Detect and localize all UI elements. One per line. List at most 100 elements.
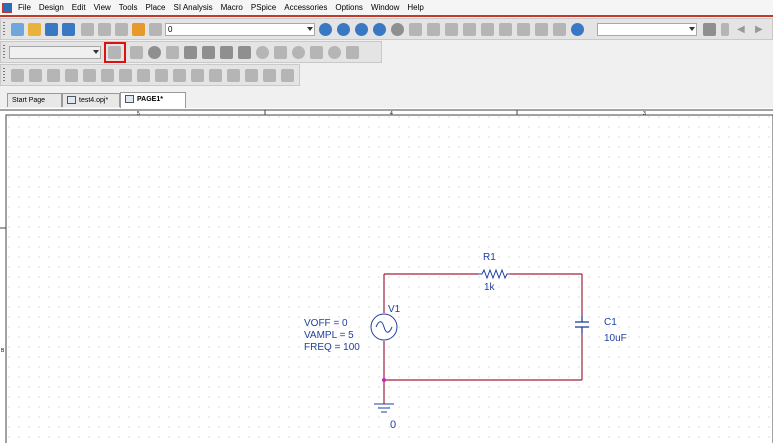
save-icon[interactable] <box>45 23 58 36</box>
zoom-combo-value: 0 <box>168 25 173 34</box>
tab-page1[interactable]: PAGE1* <box>120 92 186 108</box>
cross-reference-icon[interactable] <box>481 23 494 36</box>
resistor-r1[interactable] <box>478 268 510 280</box>
zoom-in-icon[interactable] <box>319 23 332 36</box>
place-pin-icon[interactable] <box>209 69 222 82</box>
border-zone-label: 5 <box>137 111 140 117</box>
bias-power-icon[interactable] <box>346 46 359 59</box>
place-junction-icon[interactable] <box>101 69 114 82</box>
menu-si-analysis[interactable]: SI Analysis <box>171 0 218 15</box>
run-icon[interactable] <box>148 46 161 59</box>
current-marker-icon[interactable] <box>220 46 233 59</box>
enable-bias-voltage-icon[interactable] <box>256 46 269 59</box>
toolbar-grip[interactable] <box>3 45 5 59</box>
toolbar-grip[interactable] <box>3 68 5 82</box>
tab-label: Start Page <box>12 97 46 104</box>
zoom-out-icon[interactable] <box>337 23 350 36</box>
drc-icon[interactable] <box>445 23 458 36</box>
capacitor-ref[interactable]: C1 <box>604 317 617 328</box>
place-off-page-icon[interactable] <box>227 69 240 82</box>
menu-edit[interactable]: Edit <box>69 0 91 15</box>
voltage-diff-marker-icon[interactable] <box>202 46 215 59</box>
border-zone-label: B <box>1 348 5 354</box>
annotate-icon[interactable] <box>427 23 440 36</box>
source-freq[interactable]: FREQ = 100 <box>304 342 360 353</box>
print-icon[interactable] <box>62 23 75 36</box>
place-port-icon[interactable] <box>191 69 204 82</box>
place-net-alias-icon[interactable] <box>65 69 78 82</box>
source-vampl[interactable]: VAMPL = 5 <box>304 330 354 341</box>
undo-icon[interactable] <box>132 23 145 36</box>
back-annotate-icon[interactable] <box>535 23 548 36</box>
back-arrow-icon[interactable]: ◀ <box>737 23 747 36</box>
help-icon[interactable] <box>571 23 584 36</box>
help-query-icon[interactable] <box>409 23 422 36</box>
edit-simulation-profile-icon[interactable] <box>130 46 143 59</box>
select-icon[interactable] <box>11 69 24 82</box>
menu-options[interactable]: Options <box>332 0 368 15</box>
toolbar-grip[interactable] <box>3 22 5 36</box>
tab-start-page[interactable]: Start Page <box>7 93 62 107</box>
capacitor-c1[interactable] <box>575 316 589 333</box>
enable-bias-power-icon[interactable] <box>328 46 341 59</box>
simulation-toolbar <box>0 41 382 63</box>
zoom-combo[interactable]: 0 <box>165 23 315 36</box>
menu-window[interactable]: Window <box>368 0 404 15</box>
menu-macro[interactable]: Macro <box>218 0 248 15</box>
visibility-icon[interactable] <box>391 23 404 36</box>
menu-help[interactable]: Help <box>404 0 428 15</box>
menu-design[interactable]: Design <box>36 0 69 15</box>
copy-icon[interactable] <box>98 23 111 36</box>
capacitor-value[interactable]: 10uF <box>604 333 627 344</box>
menu-accessories[interactable]: Accessories <box>281 0 332 15</box>
view-results-icon[interactable] <box>166 46 179 59</box>
find-options-icon[interactable] <box>721 23 729 36</box>
source-voff[interactable]: VOFF = 0 <box>304 318 348 329</box>
place-text-icon[interactable] <box>263 69 276 82</box>
place-power-icon[interactable] <box>137 69 150 82</box>
menu-place[interactable]: Place <box>142 0 170 15</box>
new-file-icon[interactable] <box>11 23 24 36</box>
bias-voltage-icon[interactable] <box>274 46 287 59</box>
power-marker-icon[interactable] <box>238 46 251 59</box>
bom-icon[interactable] <box>499 23 512 36</box>
menu-file[interactable]: File <box>15 0 36 15</box>
schematic-canvas[interactable]: 5 4 3 B R1 1k C1 10uF V1 VOFF = 0 VAMPL … <box>0 108 773 443</box>
bias-current-icon[interactable] <box>310 46 323 59</box>
junction-dot[interactable] <box>382 378 386 382</box>
open-folder-icon[interactable] <box>28 23 41 36</box>
zoom-area-icon[interactable] <box>355 23 368 36</box>
menu-pspice[interactable]: PSpice <box>248 0 281 15</box>
netlist-icon[interactable] <box>463 23 476 36</box>
redo-icon[interactable] <box>149 23 162 36</box>
place-part-icon[interactable] <box>29 69 42 82</box>
tab-project[interactable]: test4.opj* <box>62 93 120 107</box>
place-hierarchical-block-icon[interactable] <box>173 69 186 82</box>
place-line-icon[interactable] <box>281 69 294 82</box>
profile-combo[interactable] <box>9 46 101 59</box>
forward-arrow-icon[interactable]: ▶ <box>755 23 765 36</box>
place-bus-icon[interactable] <box>83 69 96 82</box>
zoom-all-icon[interactable] <box>373 23 386 36</box>
menu-tools[interactable]: Tools <box>116 0 143 15</box>
source-ref[interactable]: V1 <box>388 304 401 315</box>
search-combo[interactable] <box>597 23 697 36</box>
place-bus-entry-icon[interactable] <box>119 69 132 82</box>
voltage-source-v1[interactable] <box>370 313 398 341</box>
resistor-ref[interactable]: R1 <box>483 252 496 263</box>
binoculars-icon[interactable] <box>703 23 716 36</box>
menu-view[interactable]: View <box>91 0 116 15</box>
pcb-icon[interactable] <box>553 23 566 36</box>
resistor-value[interactable]: 1k <box>484 282 496 293</box>
place-ground-icon[interactable] <box>155 69 168 82</box>
paste-icon[interactable] <box>115 23 128 36</box>
cut-icon[interactable] <box>81 23 94 36</box>
place-no-connect-icon[interactable] <box>245 69 258 82</box>
enable-bias-current-icon[interactable] <box>292 46 305 59</box>
ground-symbol[interactable] <box>374 403 394 413</box>
ground-label[interactable]: 0 <box>390 419 396 431</box>
place-wire-icon[interactable] <box>47 69 60 82</box>
voltage-marker-icon[interactable] <box>184 46 197 59</box>
library-icon[interactable] <box>517 23 530 36</box>
border-zone-label: 4 <box>390 111 393 117</box>
